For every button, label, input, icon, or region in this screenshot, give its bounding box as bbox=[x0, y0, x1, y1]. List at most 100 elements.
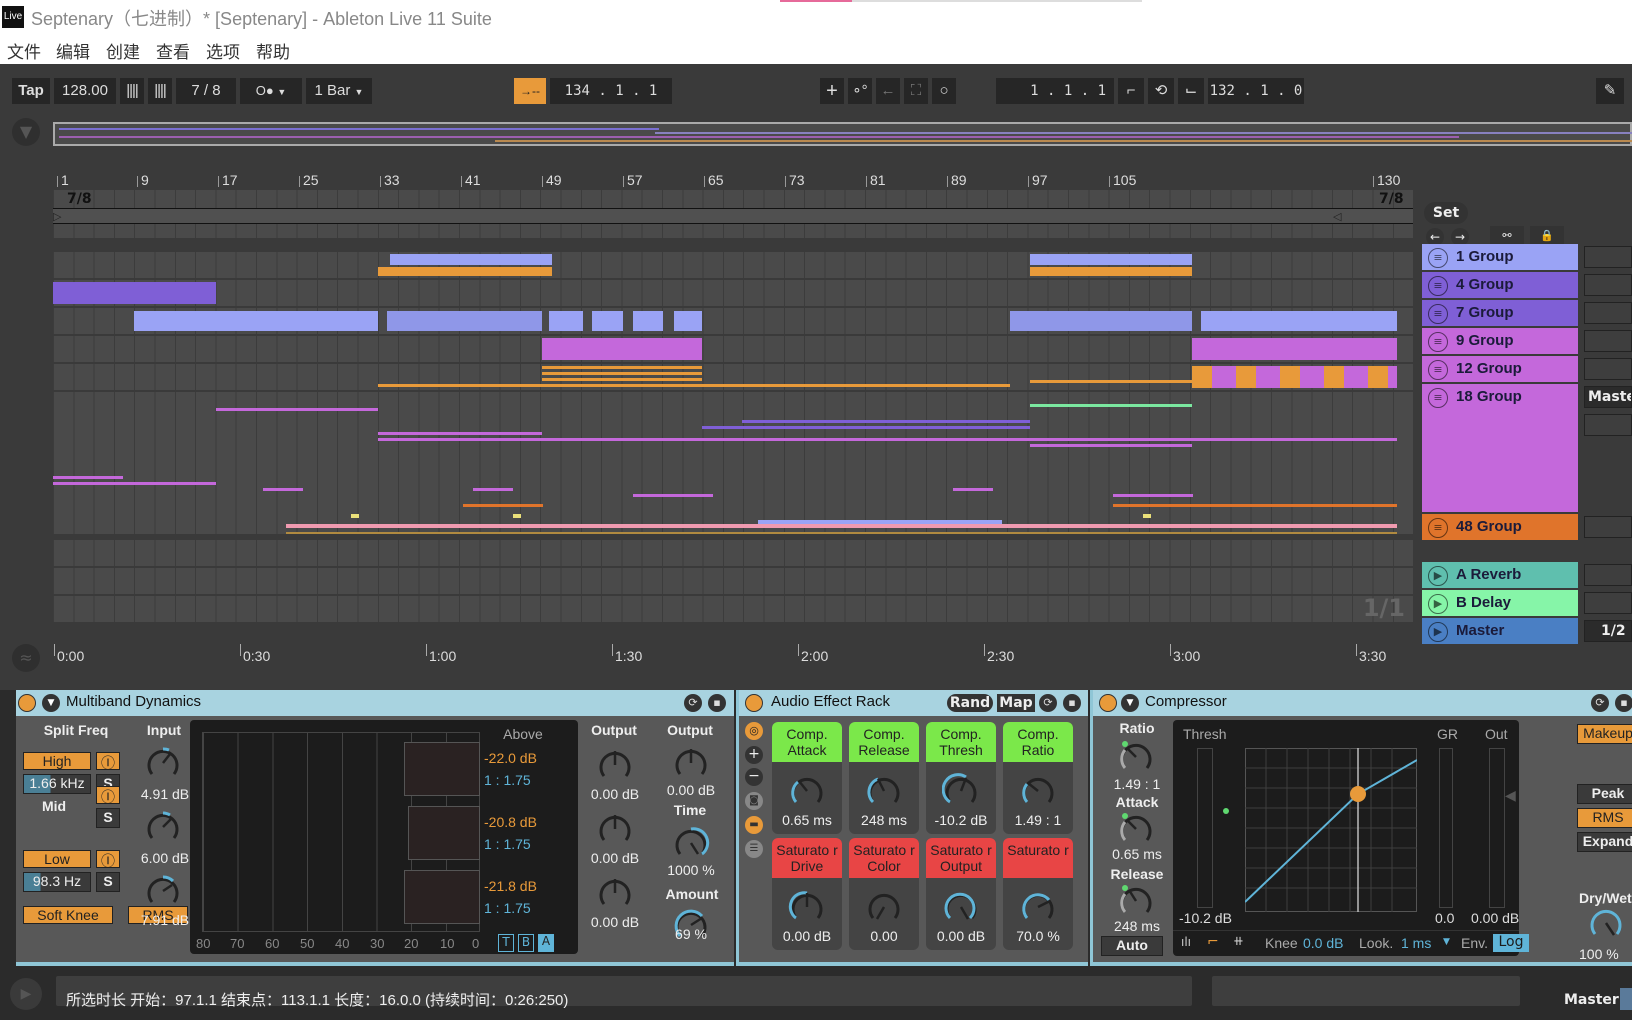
knee-value[interactable]: 0.0 dB bbox=[1303, 935, 1343, 951]
set-locator-button[interactable]: Set bbox=[1424, 202, 1468, 224]
io-box[interactable] bbox=[1584, 592, 1632, 614]
expand-mode-button[interactable]: Expand bbox=[1577, 832, 1632, 852]
sig-start-marker[interactable]: 7/8 bbox=[67, 191, 92, 207]
output-routing-select[interactable]: Maste bbox=[1584, 386, 1632, 408]
macro-3[interactable]: Comp. Thresh -10.2 dB bbox=[926, 722, 996, 834]
overview-toggle-icon[interactable]: ▼ bbox=[12, 118, 40, 146]
song-position-field[interactable]: 134 . 1 . 1 bbox=[550, 78, 672, 104]
clip[interactable] bbox=[758, 520, 1002, 524]
low-ratio[interactable]: 1 : 1.75 bbox=[484, 900, 531, 916]
overdub-plus-icon[interactable]: + bbox=[820, 78, 844, 104]
track-header-7-group[interactable]: ≡ 7 Group bbox=[1422, 300, 1578, 326]
punch-out-icon[interactable]: ⌙ bbox=[1178, 78, 1204, 104]
note[interactable] bbox=[473, 488, 513, 491]
back-to-arrangement-icon[interactable]: ← bbox=[876, 78, 900, 104]
thresh-meter[interactable] bbox=[1197, 748, 1213, 908]
note[interactable] bbox=[378, 438, 1397, 441]
master-output-knob[interactable] bbox=[672, 744, 710, 782]
group-icon[interactable]: ≡ bbox=[1428, 360, 1448, 380]
note[interactable] bbox=[1030, 404, 1192, 407]
loop-length-field[interactable]: 132 . 1 . 0 bbox=[1208, 78, 1304, 104]
track-lane-12[interactable] bbox=[53, 364, 1413, 390]
track-lane-48[interactable] bbox=[53, 508, 1413, 534]
chain-list-icon[interactable]: ☰ bbox=[745, 840, 763, 858]
track-lane-1[interactable] bbox=[53, 252, 1413, 278]
track-lane-master[interactable]: 1/1 bbox=[53, 594, 1413, 622]
ratio-knob[interactable] bbox=[1117, 738, 1155, 776]
follow-button[interactable]: →-- bbox=[514, 78, 546, 104]
compressor-display[interactable]: Thresh -10.2 dB GR 0.0 Out 0.00 dB ılı ⌐… bbox=[1173, 720, 1529, 956]
tempo-field[interactable]: 128.00 bbox=[54, 78, 116, 104]
device-power-icon[interactable] bbox=[745, 694, 763, 712]
note[interactable] bbox=[702, 426, 1030, 429]
high-freq-field[interactable]: 1.66 kHz bbox=[23, 774, 91, 794]
hot-swap-icon[interactable]: ⟳ bbox=[1591, 694, 1609, 712]
track-header-1-group[interactable]: ≡ 1 Group bbox=[1422, 244, 1578, 270]
clip[interactable] bbox=[542, 366, 702, 388]
clip[interactable] bbox=[549, 311, 583, 331]
macro-7[interactable]: Saturato r Output 0.00 dB bbox=[926, 838, 996, 950]
draw-mode-pencil-icon[interactable]: ✎ bbox=[1596, 78, 1624, 104]
multiband-display[interactable]: Above -22.0 dB 1 : 1.75 -20.8 dB 1 : 1.7… bbox=[190, 720, 578, 954]
all-toggle[interactable]: A bbox=[538, 934, 554, 952]
low-band-toggle[interactable]: Low bbox=[23, 850, 91, 868]
macro-1[interactable]: Comp. Attack 0.65 ms bbox=[772, 722, 842, 834]
track-lane-4[interactable] bbox=[53, 280, 1413, 306]
track-lane-a-reverb[interactable] bbox=[53, 540, 1413, 566]
clip[interactable] bbox=[378, 384, 542, 387]
note[interactable] bbox=[53, 476, 123, 479]
map-button[interactable]: Map bbox=[997, 694, 1035, 712]
macro-variations-icon[interactable]: ◎ bbox=[745, 722, 763, 740]
hot-swap-icon[interactable]: ⟳ bbox=[684, 694, 702, 712]
clip[interactable] bbox=[286, 532, 1397, 534]
quantize-select[interactable]: 1 Bar ▼ bbox=[306, 78, 372, 104]
macro-knob[interactable] bbox=[942, 772, 980, 810]
macro-2[interactable]: Comp. Release 248 ms bbox=[849, 722, 919, 834]
macro-knob[interactable] bbox=[865, 772, 903, 810]
io-box[interactable] bbox=[1584, 516, 1632, 538]
session-record-icon[interactable]: ○ bbox=[932, 78, 956, 104]
time-knob[interactable] bbox=[672, 824, 710, 862]
track-header-12-group[interactable]: ≡ 12 Group bbox=[1422, 356, 1578, 382]
clip[interactable] bbox=[1030, 254, 1192, 265]
clip[interactable] bbox=[1030, 380, 1192, 383]
thresh-handle[interactable] bbox=[1223, 808, 1229, 814]
dry-wet-knob[interactable] bbox=[1587, 904, 1625, 942]
remove-macro-icon[interactable]: − bbox=[745, 768, 763, 786]
attack-knob[interactable] bbox=[1117, 810, 1155, 848]
clip[interactable] bbox=[542, 338, 702, 360]
locator-lane[interactable] bbox=[53, 224, 1413, 238]
lock-icon[interactable]: 🔒 bbox=[1530, 226, 1564, 246]
activity-view-icon[interactable]: ılı bbox=[1181, 935, 1191, 949]
input-low-knob[interactable] bbox=[144, 872, 182, 910]
add-macro-icon[interactable]: + bbox=[745, 746, 763, 764]
clip[interactable] bbox=[286, 524, 1397, 528]
menu-help[interactable]: 帮助 bbox=[256, 38, 290, 63]
low-solo-button[interactable]: S bbox=[96, 872, 120, 892]
envelope-log-toggle[interactable]: Log bbox=[1493, 934, 1529, 952]
high-ratio[interactable]: 1 : 1.75 bbox=[484, 772, 531, 788]
macro-knob[interactable] bbox=[1019, 888, 1057, 926]
note[interactable] bbox=[1113, 504, 1397, 507]
sidechain-expand-icon[interactable]: ◀ bbox=[1505, 788, 1516, 804]
fold-chevron-icon[interactable]: ▼ bbox=[1121, 694, 1139, 712]
track-header-4-group[interactable]: ≡ 4 Group bbox=[1422, 272, 1578, 298]
clip[interactable] bbox=[592, 311, 623, 331]
macro-knob[interactable] bbox=[942, 888, 980, 926]
play-icon[interactable]: ▶ bbox=[1428, 594, 1448, 614]
rms-mode-button[interactable]: RMS bbox=[1577, 808, 1632, 828]
io-box[interactable] bbox=[1584, 274, 1632, 296]
clip[interactable] bbox=[390, 254, 552, 265]
top-toggle[interactable]: T bbox=[498, 934, 514, 952]
beat-ruler[interactable]: 1 9 17 25 33 41 49 57 65 73 81 89 97 105… bbox=[53, 168, 1413, 190]
note[interactable] bbox=[1030, 444, 1192, 447]
io-box[interactable] bbox=[1584, 330, 1632, 352]
io-box[interactable] bbox=[1584, 564, 1632, 586]
clip[interactable] bbox=[1030, 267, 1192, 276]
io-box[interactable] bbox=[1584, 414, 1632, 436]
io-box[interactable] bbox=[1584, 302, 1632, 324]
macro-knob[interactable] bbox=[1019, 772, 1057, 810]
clip[interactable] bbox=[387, 311, 542, 331]
note[interactable] bbox=[742, 420, 1030, 423]
mid-band-range[interactable] bbox=[408, 806, 480, 860]
